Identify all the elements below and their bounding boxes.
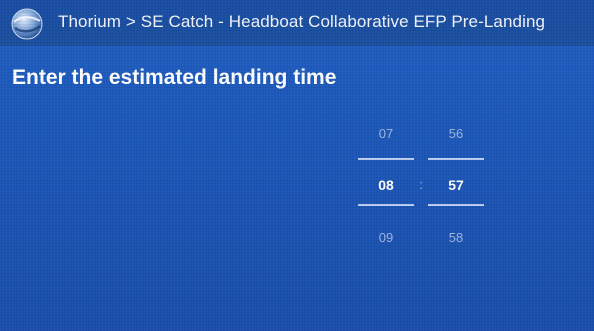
hour-previous-option[interactable]: 07 <box>358 126 414 141</box>
hour-selection-line-bottom <box>358 204 414 206</box>
hour-next-option[interactable]: 09 <box>358 230 414 245</box>
minute-previous-option[interactable]: 56 <box>428 126 484 141</box>
hour-selected-value[interactable]: 08 <box>358 177 414 193</box>
app-screen: Thorium > SE Catch - Headboat Collaborat… <box>0 0 594 331</box>
landing-time-prompt: Enter the estimated landing time <box>12 66 337 89</box>
minute-selection-line-bottom <box>428 204 484 206</box>
minute-selection-line-top <box>428 158 484 160</box>
page-title: SE Catch - Headboat Collaborative EFP Pr… <box>140 12 546 31</box>
minute-next-option[interactable]: 58 <box>428 230 484 245</box>
time-picker[interactable]: 07 08 09 : 56 57 58 <box>356 120 486 250</box>
globe-icon <box>10 7 44 41</box>
minute-wheel[interactable]: 56 57 58 <box>428 120 484 250</box>
title-bar: Thorium > SE Catch - Headboat Collaborat… <box>0 0 594 46</box>
app-name: Thorium <box>58 12 122 31</box>
breadcrumb-separator: > <box>125 12 136 31</box>
window-title: Thorium > SE Catch - Headboat Collaborat… <box>58 12 545 32</box>
hour-wheel[interactable]: 07 08 09 <box>358 120 414 250</box>
time-separator: : <box>419 177 423 192</box>
minute-selected-value[interactable]: 57 <box>428 177 484 193</box>
hour-selection-line-top <box>358 158 414 160</box>
